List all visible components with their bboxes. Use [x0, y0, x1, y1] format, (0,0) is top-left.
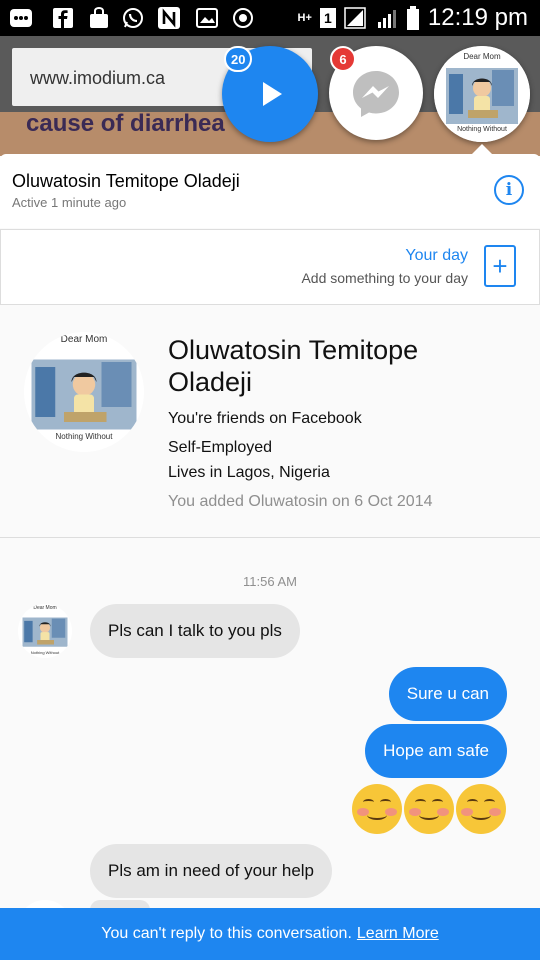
avatar-caption-top: Dear Mom: [463, 52, 501, 61]
smiling-face-emoji: [404, 784, 454, 834]
friends-status: You're friends on Facebook: [168, 410, 362, 427]
profile-avatar-caption-bottom: Nothing Without: [55, 432, 113, 441]
learn-more-link[interactable]: Learn More: [357, 925, 439, 943]
section-divider: [0, 537, 540, 538]
sender-avatar-caption-bottom: Nothing Without: [30, 650, 60, 655]
message-timestamp: 11:56 AM: [243, 574, 297, 589]
your-day-subtitle: Add something to your day: [301, 270, 468, 286]
gallery-icon: [196, 7, 218, 29]
network-type-label: H+: [297, 11, 312, 24]
chat-head-pointer: [472, 144, 492, 154]
signal-bars-icon: [377, 10, 396, 28]
profile-work: Self-Employed: [168, 439, 273, 456]
messenger-icon: [353, 71, 399, 117]
profile-location: Lives in Lagos, Nigeria: [168, 464, 330, 481]
smiling-face-emoji: [456, 784, 506, 834]
your-day-panel: [0, 229, 540, 305]
smiling-face-emoji: [352, 784, 402, 834]
profile-name: Oluwatosin Temitope Oladeji: [168, 335, 419, 397]
outgoing-message[interactable]: Sure u can: [388, 667, 507, 721]
outgoing-message[interactable]: Hope am safe: [365, 724, 507, 778]
whatsapp-icon: [122, 7, 144, 29]
play-count-badge: 20: [224, 46, 253, 72]
profile-avatar[interactable]: Dear Mom Nothing Without: [24, 332, 144, 452]
info-button[interactable]: i: [494, 175, 524, 205]
contact-name[interactable]: Oluwatosin Temitope Oladeji: [12, 171, 240, 192]
your-day-title[interactable]: Your day: [405, 247, 468, 265]
reply-disabled-text: You can't reply to this conversation.: [101, 925, 352, 942]
sender-avatar[interactable]: Dear Mom Nothing Without: [18, 604, 72, 658]
bag-icon: [88, 7, 110, 29]
active-status: Active 1 minute ago: [12, 195, 127, 210]
sender-avatar-caption-top: Dear Mom: [33, 605, 57, 611]
play-icon: [263, 82, 282, 106]
nfc-icon: [158, 7, 180, 29]
added-date: You added Oluwatosin on 6 Oct 2014: [168, 493, 433, 510]
url-text: www.imodium.ca: [30, 68, 166, 88]
avatar-caption-bottom: Nothing Without: [457, 126, 507, 133]
reply-disabled-banner: You can't reply to this conversation. Le…: [0, 908, 540, 960]
add-to-day-button[interactable]: +: [484, 245, 516, 287]
profile-avatar-caption-top: Dear Mom: [60, 334, 108, 345]
status-time: 12:19 pm: [427, 4, 528, 31]
plus-icon: +: [492, 250, 508, 281]
webpage-headline: cause of diarrhea: [26, 110, 225, 137]
contact-chat-head[interactable]: Dear Mom Nothing Without: [434, 46, 530, 142]
incoming-message[interactable]: Pls am in need of your help: [90, 844, 333, 898]
camera-icon: [232, 7, 254, 29]
bbm-icon: [10, 7, 32, 29]
battery-icon: [406, 6, 419, 30]
signal-icon: [344, 7, 366, 29]
status-bar: H+ 1 12:19 pm: [0, 0, 540, 36]
incoming-message[interactable]: Pls can I talk to you pls: [90, 604, 300, 658]
facebook-icon: [52, 7, 74, 29]
emoji-message[interactable]: [352, 784, 506, 834]
sim-indicator: 1: [319, 8, 336, 28]
unread-count-badge: 6: [330, 46, 356, 72]
info-icon: i: [505, 180, 513, 200]
